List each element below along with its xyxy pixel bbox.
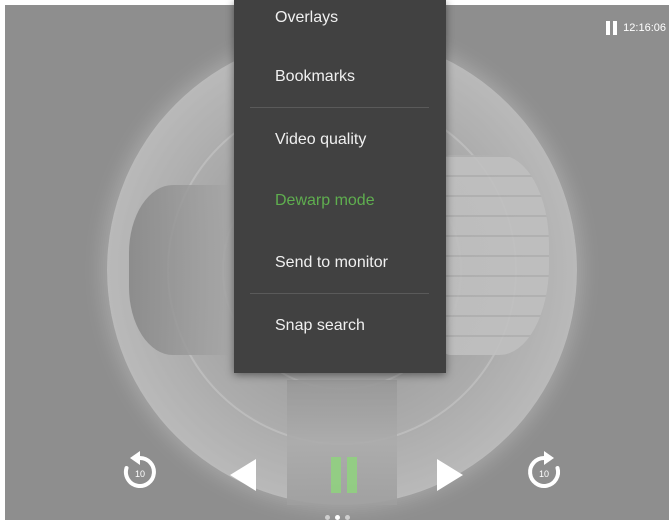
next-icon[interactable] [435, 458, 465, 492]
menu-divider [250, 107, 429, 108]
page-dot[interactable] [345, 515, 350, 520]
menu-item-snap-search[interactable]: Snap search [234, 306, 446, 346]
replay-seconds-label: 10 [135, 469, 145, 479]
page-indicator [325, 515, 350, 520]
forward-seconds-label: 10 [539, 469, 549, 479]
page-dot-active[interactable] [335, 515, 340, 520]
menu-item-dewarp-mode[interactable]: Dewarp mode [234, 181, 446, 221]
context-menu: Overlays Bookmarks Video quality Dewarp … [234, 0, 446, 373]
menu-item-overlays[interactable]: Overlays [234, 0, 446, 38]
pause-icon[interactable] [606, 21, 618, 35]
play-indicator-icon[interactable] [325, 457, 363, 493]
previous-icon[interactable] [228, 458, 258, 492]
menu-item-bookmarks[interactable]: Bookmarks [234, 57, 446, 97]
menu-divider [250, 293, 429, 294]
menu-item-video-quality[interactable]: Video quality [234, 120, 446, 160]
page-dot[interactable] [325, 515, 330, 520]
replay-10-icon[interactable]: 10 [118, 450, 162, 494]
forward-10-icon[interactable]: 10 [522, 450, 566, 494]
app-screen: 12:16:06 10 10 Overlays Bookmarks Video … [0, 0, 669, 520]
status-time: 12:16:06 [623, 22, 666, 34]
menu-item-send-to-monitor[interactable]: Send to monitor [234, 243, 446, 283]
status-bar: 12:16:06 [606, 21, 666, 35]
